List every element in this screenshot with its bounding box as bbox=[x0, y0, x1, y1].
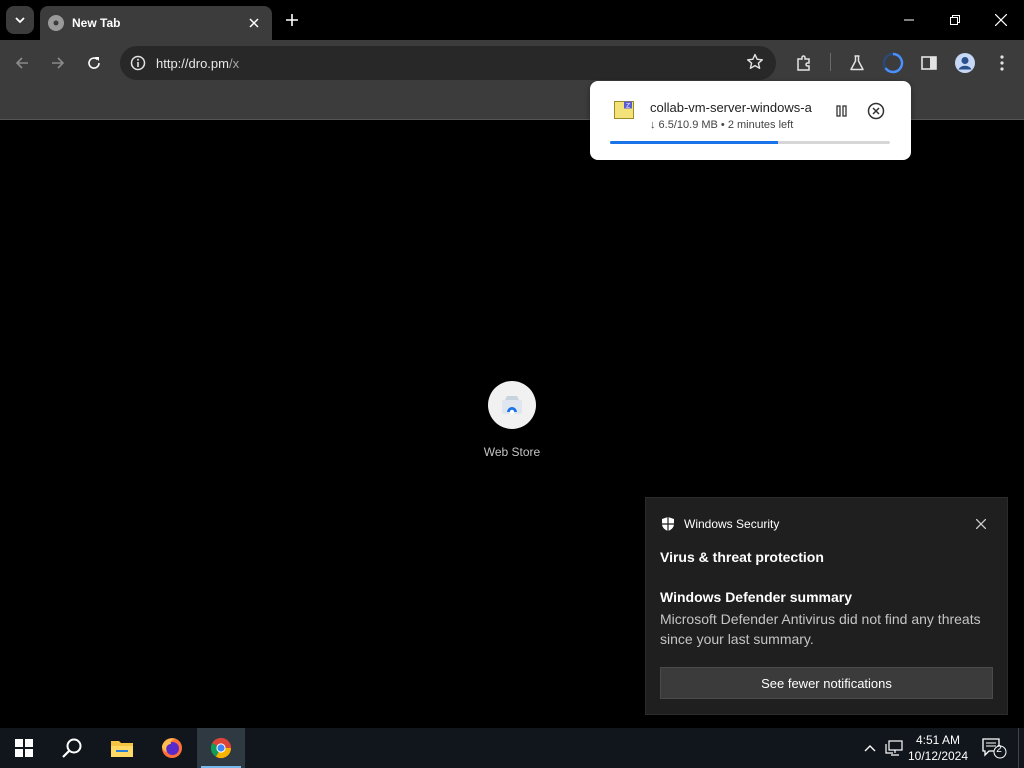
svg-text:Z: Z bbox=[626, 103, 630, 110]
toast-body: Microsoft Defender Antivirus did not fin… bbox=[660, 611, 981, 647]
minimize-icon bbox=[904, 19, 914, 21]
pause-download-button[interactable] bbox=[832, 101, 852, 121]
url-text[interactable]: http://dro.pm/x bbox=[156, 56, 239, 71]
download-bubble: Z collab-vm-server-windows-a ↓ 6.5/10.9 … bbox=[590, 81, 911, 160]
notification-count: 2 bbox=[996, 744, 1002, 755]
windows-security-toast[interactable]: Windows Security Virus & threat protecti… bbox=[645, 497, 1008, 715]
download-progress-bar bbox=[610, 141, 890, 144]
restore-button[interactable] bbox=[932, 0, 978, 40]
firefox-icon bbox=[162, 738, 182, 758]
action-center-button[interactable]: 2 bbox=[978, 728, 1010, 768]
windows-logo-icon bbox=[15, 739, 33, 757]
reload-icon bbox=[88, 57, 100, 69]
pause-icon bbox=[836, 105, 847, 117]
shortcut-web-store[interactable]: Web Store bbox=[472, 381, 552, 459]
shortcut-label: Web Store bbox=[483, 445, 541, 459]
file-explorer-icon bbox=[111, 741, 133, 757]
download-filename[interactable]: collab-vm-server-windows-a bbox=[650, 100, 812, 115]
profile-button[interactable] bbox=[952, 50, 978, 76]
side-panel-button[interactable] bbox=[916, 50, 942, 76]
new-tab-button[interactable] bbox=[280, 8, 304, 32]
close-icon bbox=[249, 18, 259, 28]
labs-button[interactable] bbox=[844, 50, 870, 76]
taskbar: 4:51 AM 10/12/2024 2 bbox=[0, 728, 1024, 768]
tab-close-button[interactable] bbox=[244, 13, 264, 33]
see-fewer-notifications-button[interactable]: See fewer notifications bbox=[660, 667, 993, 699]
browser-toolbar: http://dro.pm/x bbox=[0, 40, 1024, 86]
chevron-down-icon bbox=[15, 17, 25, 24]
forward-arrow-icon bbox=[52, 57, 65, 69]
clock-date: 10/12/2024 bbox=[907, 749, 969, 763]
tab-title: New Tab bbox=[72, 16, 121, 30]
tray-overflow-button[interactable] bbox=[860, 728, 880, 768]
show-desktop-button[interactable] bbox=[1018, 728, 1024, 768]
cancel-circle-icon bbox=[867, 102, 885, 120]
url-path: /x bbox=[228, 55, 240, 71]
start-button[interactable] bbox=[0, 728, 48, 768]
forward-button[interactable] bbox=[43, 48, 73, 78]
plus-icon bbox=[286, 14, 298, 26]
clock-time: 4:51 AM bbox=[915, 733, 961, 747]
toast-subheading: Windows Defender summary bbox=[660, 589, 853, 605]
taskbar-firefox[interactable] bbox=[148, 728, 196, 768]
menu-button[interactable] bbox=[989, 50, 1015, 76]
minimize-button[interactable] bbox=[886, 0, 932, 40]
flask-icon bbox=[850, 55, 864, 71]
taskbar-file-explorer[interactable] bbox=[98, 728, 146, 768]
side-panel-icon bbox=[921, 56, 937, 70]
taskbar-clock[interactable]: 4:51 AM 10/12/2024 bbox=[905, 732, 971, 764]
browser-titlebar: New Tab bbox=[0, 0, 1024, 40]
download-progress-fill bbox=[610, 141, 778, 144]
url-host: http://dro.pm bbox=[156, 55, 229, 71]
site-info-icon[interactable] bbox=[128, 53, 148, 73]
toast-heading: Virus & threat protection bbox=[660, 549, 824, 565]
close-window-button[interactable] bbox=[978, 0, 1024, 40]
toast-app-name: Windows Security bbox=[684, 517, 780, 531]
toolbar-separator bbox=[830, 53, 831, 71]
back-arrow-icon bbox=[15, 57, 28, 69]
restore-icon bbox=[950, 15, 960, 25]
avatar-icon bbox=[955, 53, 975, 73]
tab-new-tab[interactable]: New Tab bbox=[40, 6, 272, 40]
close-icon bbox=[995, 14, 1007, 26]
close-icon bbox=[976, 519, 986, 529]
downloads-button[interactable] bbox=[880, 50, 906, 76]
reload-button[interactable] bbox=[79, 48, 109, 78]
toast-app-header: Windows Security bbox=[660, 516, 779, 532]
extensions-button[interactable] bbox=[791, 50, 817, 76]
address-bar[interactable]: http://dro.pm/x bbox=[120, 46, 776, 80]
cancel-download-button[interactable] bbox=[866, 101, 886, 121]
chrome-favicon-icon bbox=[48, 15, 64, 31]
download-status: ↓ 6.5/10.9 MB • 2 minutes left bbox=[650, 119, 794, 131]
puzzle-icon bbox=[797, 55, 810, 71]
star-icon bbox=[747, 53, 763, 69]
back-button[interactable] bbox=[7, 48, 37, 78]
chrome-icon bbox=[210, 737, 232, 759]
chevron-up-icon bbox=[864, 745, 876, 752]
search-icon bbox=[62, 738, 82, 758]
taskbar-search-button[interactable] bbox=[48, 728, 96, 768]
toast-close-button[interactable] bbox=[972, 515, 990, 533]
network-button[interactable] bbox=[882, 728, 906, 768]
tab-search-button[interactable] bbox=[6, 6, 34, 34]
archive-file-icon: Z bbox=[614, 101, 634, 119]
shield-icon bbox=[662, 517, 674, 531]
download-progress-icon bbox=[882, 52, 904, 74]
network-icon bbox=[885, 740, 903, 756]
bookmark-star-button[interactable] bbox=[746, 53, 766, 73]
taskbar-chrome[interactable] bbox=[197, 728, 245, 768]
web-store-icon bbox=[488, 381, 536, 429]
more-vert-icon bbox=[1000, 55, 1004, 71]
